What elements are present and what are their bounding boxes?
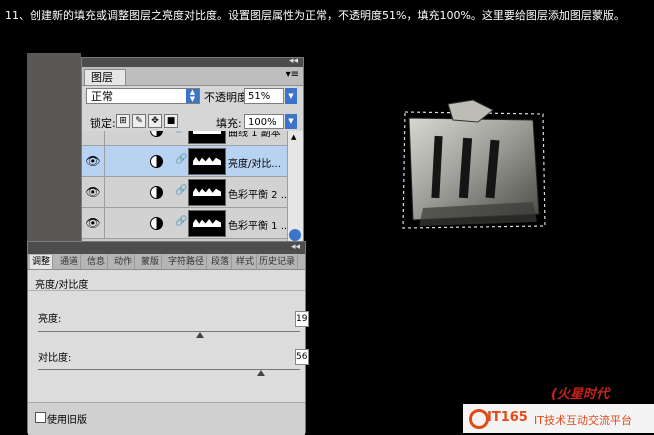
brightness-label: 亮度: (38, 314, 62, 325)
visibility-empty[interactable] (82, 131, 105, 145)
workspace-background (27, 53, 81, 241)
tab-adjustments[interactable]: 调整 (30, 255, 54, 269)
opacity-input[interactable]: 51% (244, 88, 284, 104)
layer-name[interactable]: 色彩平衡 2 ... (228, 186, 287, 201)
fill-dropdown-arrow[interactable]: ▼ (285, 114, 297, 129)
adjustment-layer-icon (150, 217, 163, 230)
canvas-artwork (402, 99, 546, 229)
tab-actions[interactable]: 动作 (112, 255, 136, 269)
opacity-dropdown-arrow[interactable]: ▼ (285, 88, 297, 104)
tab-styles[interactable]: 样式 (234, 255, 258, 269)
adjustment-layer-icon (150, 155, 163, 168)
watermark-tagline: IT技术互动交流平台 (534, 414, 632, 427)
panel-bottom-bar: 使用旧版 (28, 402, 305, 435)
contrast-input[interactable]: 56 (295, 349, 309, 365)
adjustment-layer-icon (150, 186, 163, 199)
adjustment-layer-icon (150, 131, 163, 137)
tab-history[interactable]: 历史记录 (257, 255, 299, 269)
use-legacy-checkbox[interactable] (35, 412, 46, 423)
collapse-icon[interactable]: ◂◂ (289, 56, 298, 66)
tab-channels[interactable]: 通道 (58, 255, 82, 269)
eye-icon[interactable]: 👁 (82, 146, 105, 176)
layer-mask-thumbnail[interactable] (188, 179, 226, 206)
scroll-up-icon[interactable]: ▲ (291, 133, 296, 141)
instruction-text: 11、创建新的填充或调整图层之亮度对比度。设置图层属性为正常，不透明度51%，填… (5, 9, 625, 22)
panel-titlebar[interactable]: ◂◂ (82, 56, 303, 67)
panel-titlebar[interactable]: ◂◂ (28, 242, 305, 254)
panel-menu-icon[interactable]: ▾≡ (286, 69, 299, 80)
chain-link-icon[interactable]: 🔗 (175, 131, 187, 134)
tab-masks[interactable]: 蒙版 (139, 255, 163, 269)
watermark-banner: IT165 IT技术互动交流平台 (463, 404, 654, 433)
brightness-slider-track[interactable] (38, 331, 300, 332)
fill-input[interactable]: 100% (244, 114, 284, 129)
eye-icon[interactable]: 👁 (82, 177, 105, 207)
layer-row[interactable]: 👁 🔗 色彩平衡 1 ... (82, 208, 287, 239)
adjustment-title: 亮度/对比度 (35, 280, 89, 291)
lock-transparency-icon[interactable]: ⊞ (116, 114, 130, 128)
use-legacy-label: 使用旧版 (47, 415, 87, 426)
layers-panel: ◂◂ 图层 ▾≡ 正常 ▲ ▼ 不透明度: 51% ▼ 锁定: ⊞ ✎ ✥ ■ 填… (81, 56, 304, 243)
layer-name[interactable]: 曲线 1 副本 (228, 131, 281, 139)
brightness-input[interactable]: 19 (295, 311, 309, 327)
blend-mode-select[interactable]: 正常 ▲ ▼ (86, 88, 200, 104)
lock-label: 锁定: (90, 117, 116, 130)
chain-link-icon[interactable]: 🔗 (175, 154, 187, 165)
layer-name[interactable]: 亮度/对比... (228, 155, 281, 170)
adjustments-panel: ◂◂ 调整 通道 信息 动作 蒙版 字符 路径 段落 样式 历史记录 亮度/对比… (27, 241, 309, 435)
lock-brush-icon[interactable]: ✎ (132, 114, 146, 128)
layers-scrollbar[interactable]: ▲ (287, 131, 303, 242)
tab-paragraph[interactable]: 段落 (209, 255, 233, 269)
tab-paths[interactable]: 路径 (184, 255, 208, 269)
tab-layers[interactable]: 图层 (84, 69, 126, 85)
layer-name[interactable]: 色彩平衡 1 ... (228, 217, 287, 232)
chain-link-icon[interactable]: 🔗 (175, 185, 187, 196)
layer-mask-thumbnail[interactable] (188, 131, 226, 144)
fill-label: 填充: (216, 117, 242, 130)
it165-logo-icon (469, 409, 489, 429)
layers-list: 🔗 曲线 1 副本 👁 🔗 亮度/对比... 👁 🔗 色彩平衡 2 ... 👁 … (82, 131, 287, 242)
watermark-text-left: (火星时代 (551, 387, 609, 402)
lock-move-icon[interactable]: ✥ (148, 114, 162, 128)
brightness-slider-thumb[interactable] (196, 332, 205, 338)
blend-mode-value: 正常 (91, 90, 113, 103)
lock-all-icon[interactable]: ■ (164, 114, 178, 128)
contrast-label: 对比度: (38, 353, 72, 364)
layer-row[interactable]: 🔗 曲线 1 副本 (82, 131, 287, 146)
layer-mask-thumbnail[interactable] (188, 148, 226, 175)
chevron-updown-icon: ▲ ▼ (186, 89, 199, 103)
eye-icon[interactable]: 👁 (82, 208, 105, 238)
collapse-icon[interactable]: ◂◂ (291, 242, 300, 252)
watermark-brand: IT165 (487, 410, 528, 425)
layer-row[interactable]: 👁 🔗 亮度/对比... (82, 146, 287, 177)
panel-tab-row: 调整 通道 信息 动作 蒙版 字符 路径 段落 样式 历史记录 (28, 254, 305, 270)
stone-chip (447, 99, 494, 123)
scroll-thumb[interactable] (289, 229, 301, 241)
layer-mask-thumbnail[interactable] (188, 210, 226, 237)
chain-link-icon[interactable]: 🔗 (175, 216, 187, 227)
tab-info[interactable]: 信息 (85, 255, 109, 269)
divider (28, 290, 305, 291)
contrast-slider-thumb[interactable] (256, 370, 265, 376)
panel-tab-row: 图层 ▾≡ (82, 67, 303, 86)
layer-row[interactable]: 👁 🔗 色彩平衡 2 ... (82, 177, 287, 208)
